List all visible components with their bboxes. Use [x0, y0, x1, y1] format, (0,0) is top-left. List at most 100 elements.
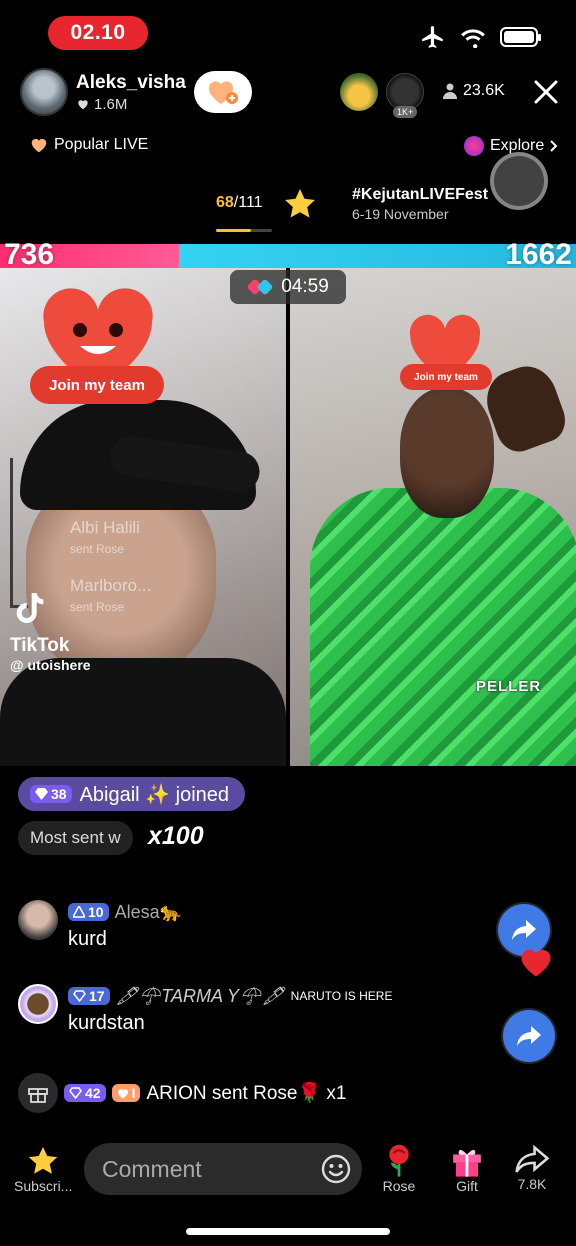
opponent-video-pane[interactable]: Join my team PELLER — [290, 268, 576, 766]
top-viewers[interactable]: 1K+ — [340, 73, 424, 118]
gift-text: ARION sent Rose🌹 x1 — [146, 1083, 347, 1104]
user-level-badge: 10 — [68, 903, 109, 921]
chat-username[interactable]: 🖋☂TARMA Y☂🖋 — [116, 986, 285, 1007]
opponent-jersey — [310, 488, 576, 766]
host-likes-count: 1.6M — [94, 95, 128, 113]
gift-button[interactable]: Gift — [450, 1142, 484, 1194]
heart-icon — [78, 100, 88, 110]
share-arrow-icon — [517, 1026, 541, 1046]
rose-gift-button[interactable]: Rose — [382, 1142, 416, 1194]
event-dates: 6-19 November — [352, 206, 449, 222]
heart-plus-icon — [208, 81, 238, 104]
host-likes: 1.6M — [76, 96, 186, 113]
emoji-icon[interactable] — [320, 1153, 352, 1185]
top-viewer-avatar[interactable] — [340, 73, 378, 111]
comment-placeholder: Comment — [102, 1155, 202, 1182]
fan-level-badge: I — [111, 1084, 141, 1102]
event-banner[interactable]: #KejutanLIVEFest 6-19 November — [352, 186, 488, 222]
opponent-tag: PELLER — [476, 678, 542, 695]
chat-message[interactable]: 17 🖋☂TARMA Y☂🖋 NARUTO IS HERE kurdstan — [18, 984, 392, 1035]
rank-total: /111 — [233, 194, 263, 211]
level-number: 10 — [88, 904, 104, 920]
subscribe-button[interactable]: Subscri... — [14, 1144, 72, 1194]
join-notification: 38 Abigail ✨ joined — [18, 777, 246, 811]
battle-timer-label: 04:59 — [281, 276, 329, 297]
rose-label: Rose — [382, 1178, 416, 1194]
subscribe-label: Subscri... — [14, 1178, 73, 1194]
chat-text: kurdstan — [68, 1012, 145, 1034]
rank-progress — [216, 229, 272, 232]
popular-live-label: Popular LIVE — [54, 136, 149, 153]
host-name: Aleks_visha — [76, 71, 186, 93]
popular-live-link[interactable]: Popular LIVE — [30, 136, 148, 154]
status-time: 02.10 — [48, 16, 148, 50]
floating-heart-icon — [521, 949, 551, 977]
share-arrow-icon — [512, 920, 536, 940]
chat-avatar[interactable] — [18, 900, 58, 940]
gift-overlay-action: sent Rose — [70, 542, 125, 556]
level-number: 38 — [51, 786, 67, 802]
most-sent-banner: Most sent w — [18, 821, 133, 855]
hourly-rank[interactable]: 68/111 — [216, 194, 263, 212]
rank-current: 68 — [216, 194, 234, 211]
chevron-right-icon — [550, 140, 558, 152]
battle-icon — [247, 279, 273, 295]
airplane-icon — [422, 26, 443, 48]
chat-text: kurd — [68, 928, 107, 950]
top-viewer-avatar[interactable]: 1K+ — [386, 73, 424, 118]
chat-extra-text: NARUTO IS HERE — [290, 989, 393, 1003]
join-text: Abigail ✨ joined — [79, 783, 230, 806]
explore-icon — [464, 136, 484, 156]
host-shirt — [0, 658, 286, 766]
tiktok-handle: @ utoishere — [10, 657, 91, 673]
host-avatar[interactable] — [20, 68, 68, 116]
chat-avatar[interactable] — [18, 984, 58, 1024]
comment-input[interactable]: Comment — [84, 1143, 362, 1195]
viewer-count[interactable]: 23.6K — [443, 82, 505, 100]
gift-icon — [453, 1149, 481, 1177]
gift-multiplier: x100 — [148, 822, 204, 850]
tiktok-brand: TikTok — [10, 635, 70, 656]
gift-message: 42 I ARION sent Rose🌹 x1 — [18, 1073, 346, 1113]
fan-level-number: I — [131, 1085, 136, 1101]
status-icons — [420, 24, 541, 50]
level-number: 17 — [89, 988, 105, 1004]
viewer-count-label: 23.6K — [463, 82, 505, 99]
diamond-icon — [69, 1087, 82, 1099]
star-icon[interactable] — [282, 186, 318, 222]
heart-icon — [31, 138, 47, 153]
tiktok-watermark: TikTok @ utoishere — [10, 588, 91, 673]
gift-label: Gift — [456, 1178, 478, 1194]
tiktok-logo-icon — [16, 593, 44, 623]
score-left: 736 — [4, 238, 55, 271]
heart-icon — [117, 1088, 128, 1098]
opponent-face — [400, 388, 494, 518]
share-button[interactable] — [503, 1010, 555, 1062]
level-number: 42 — [85, 1085, 101, 1101]
join-team-button[interactable]: Join my team — [400, 364, 492, 390]
chat-message[interactable]: 10 Alesa🐆 kurd — [18, 900, 182, 951]
close-icon[interactable] — [532, 78, 560, 106]
star-icon — [29, 1146, 58, 1174]
gift-box-icon — [18, 1073, 58, 1113]
share-count: 7.8K — [517, 1176, 547, 1192]
join-team-button[interactable]: Join my team — [30, 366, 164, 404]
chat-username[interactable]: Alesa🐆 — [115, 902, 182, 923]
host-video-pane[interactable]: Join my team Albi Halili sent Rose Marlb… — [0, 268, 286, 766]
level-icon — [73, 906, 85, 918]
diamond-icon — [73, 990, 86, 1002]
assistive-touch-button[interactable] — [490, 152, 548, 210]
user-level-badge: 42 — [64, 1084, 106, 1102]
share-count-button[interactable]: 7.8K — [514, 1142, 550, 1192]
event-title: #KejutanLIVEFest — [352, 186, 489, 203]
home-indicator[interactable] — [186, 1228, 390, 1235]
person-icon — [443, 83, 457, 99]
host-info[interactable]: Aleks_visha 1.6M — [20, 68, 252, 116]
battle-timer: 04:59 — [230, 270, 346, 304]
gift-overlay-user: Albi Halili — [70, 518, 140, 537]
viewer-badge: 1K+ — [393, 106, 418, 118]
wifi-icon — [461, 29, 485, 48]
user-level-badge: 38 — [30, 785, 72, 803]
rose-icon — [389, 1144, 409, 1177]
follow-button[interactable] — [193, 71, 252, 113]
